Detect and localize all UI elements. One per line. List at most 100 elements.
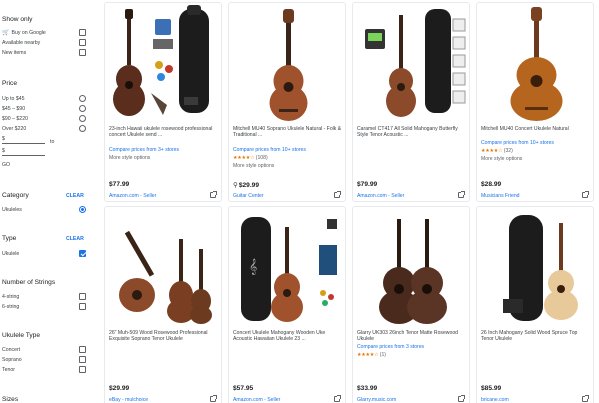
- filter-buy-on-google[interactable]: 🛒 Buy on Google: [2, 28, 86, 37]
- product-image[interactable]: [231, 5, 345, 123]
- strings-option-6[interactable]: 6-string: [2, 302, 86, 311]
- rating-stars: ★★★★☆: [233, 155, 255, 161]
- product-card[interactable]: Mitchell MU40 Soprano Ukulele Natural - …: [228, 2, 346, 202]
- cart-icon: 🛒: [2, 30, 10, 36]
- open-external-icon[interactable]: [458, 191, 465, 198]
- product-image[interactable]: 𝄞: [231, 209, 345, 327]
- product-title[interactable]: 26" Muh-509 Wood Rosewood Professional E…: [109, 330, 219, 343]
- ukulele-type-checkbox-tenor[interactable]: [79, 366, 86, 373]
- buy-on-google-checkbox[interactable]: [79, 29, 86, 36]
- compare-prices-link[interactable]: Compare prices from 3 stores: [357, 344, 424, 350]
- strings-option-4[interactable]: 4-string: [2, 292, 86, 301]
- product-card[interactable]: Glarry UK303 26inch Tenor Matte Rosewood…: [352, 206, 470, 403]
- location-pin-icon: ⚲: [233, 182, 238, 189]
- price-option-4[interactable]: Over $220: [2, 124, 86, 133]
- product-card[interactable]: 𝄞 Concert Ukulele Mahogany Wooden Uke Ac…: [228, 206, 346, 403]
- open-external-icon[interactable]: [334, 191, 341, 198]
- seller-link[interactable]: Amazon.com - Seller: [357, 193, 404, 199]
- open-external-icon[interactable]: [334, 395, 341, 402]
- open-external-icon[interactable]: [458, 395, 465, 402]
- price-go-button[interactable]: GO: [2, 162, 10, 168]
- type-option-ukulele[interactable]: Ukulele: [2, 249, 86, 258]
- seller-link[interactable]: eBay - mulchoice: [109, 397, 148, 403]
- product-image[interactable]: [479, 209, 593, 327]
- ukulele-type-checkbox-soprano[interactable]: [79, 356, 86, 363]
- price-radio-2[interactable]: [79, 105, 86, 112]
- category-clear-button[interactable]: CLEAR: [66, 193, 84, 199]
- filter-new-items[interactable]: New items: [2, 48, 86, 57]
- price-max-input[interactable]: $: [2, 148, 45, 156]
- seller-link[interactable]: Musicians Friend: [481, 193, 520, 199]
- price-option-1[interactable]: Up to $45: [2, 94, 86, 103]
- product-image[interactable]: [355, 209, 469, 327]
- strings-title: Number of Strings: [2, 279, 56, 286]
- product-title[interactable]: Caramel CT417 All Solid Mahogany Butterf…: [357, 126, 467, 139]
- product-rating: ★★★★☆ (32): [481, 148, 513, 154]
- product-title[interactable]: Mitchell MU40 Concert Ukulele Natural: [481, 126, 591, 139]
- rating-count: (32): [503, 148, 513, 154]
- type-clear-button[interactable]: CLEAR: [66, 236, 84, 242]
- compare-prices-link[interactable]: Compare prices from 10+ stores: [481, 140, 554, 146]
- product-price: ⚲$29.99: [233, 182, 260, 189]
- product-title[interactable]: Concert Ukulele Mahogany Wooden Uke Acou…: [233, 330, 343, 343]
- strings-checkbox-4[interactable]: [79, 293, 86, 300]
- price-option-3[interactable]: $90 – $220: [2, 114, 86, 123]
- ukulele-type-option-soprano[interactable]: Soprano: [2, 355, 86, 364]
- svg-text:𝄞: 𝄞: [249, 259, 257, 275]
- more-style-options[interactable]: More style options: [109, 155, 150, 161]
- type-checkbox-ukulele[interactable]: [79, 250, 86, 257]
- product-title[interactable]: 26 Inch Mahogany Solid Wood Spruce Top T…: [481, 330, 591, 343]
- seller-link[interactable]: Glarry.music.com: [357, 397, 396, 403]
- filter-sidebar: Show only 🛒 Buy on Google Available nearb…: [0, 0, 92, 403]
- product-title[interactable]: Glarry UK303 26inch Tenor Matte Rosewood…: [357, 330, 467, 343]
- open-external-icon[interactable]: [582, 395, 589, 402]
- product-title[interactable]: Mitchell MU40 Soprano Ukulele Natural - …: [233, 126, 343, 139]
- available-nearby-checkbox[interactable]: [79, 39, 86, 46]
- category-option-ukuleles[interactable]: Ukuleles: [2, 205, 86, 214]
- type-title: Type: [2, 235, 17, 242]
- product-card[interactable]: 23-inch Hawaii ukulele rosewood professi…: [104, 2, 222, 202]
- ukulele-type-option-concert[interactable]: Concert: [2, 345, 86, 354]
- product-card[interactable]: Mitchell MU40 Concert Ukulele Natural Co…: [476, 2, 594, 202]
- seller-link[interactable]: bricane.com: [481, 397, 509, 403]
- product-card[interactable]: 26" Muh-509 Wood Rosewood Professional E…: [104, 206, 222, 403]
- product-card[interactable]: Caramel CT417 All Solid Mahogany Butterf…: [352, 2, 470, 202]
- category-radio-ukuleles[interactable]: [79, 206, 86, 213]
- compare-prices-link[interactable]: Compare prices from 3+ stores: [109, 147, 179, 153]
- price-radio-4[interactable]: [79, 125, 86, 132]
- more-style-options[interactable]: More style options: [481, 156, 522, 162]
- price-option-2[interactable]: $45 – $90: [2, 104, 86, 113]
- product-rating: ★★★★☆ (108): [233, 155, 268, 161]
- product-price: $79.99: [357, 181, 378, 188]
- new-items-checkbox[interactable]: [79, 49, 86, 56]
- rating-stars: ★★★★☆: [357, 352, 379, 358]
- ukulele-type-checkbox-concert[interactable]: [79, 346, 86, 353]
- open-external-icon[interactable]: [210, 395, 217, 402]
- product-price: $57.95: [233, 385, 254, 392]
- price-min-input[interactable]: $: [2, 136, 45, 144]
- open-external-icon[interactable]: [210, 191, 217, 198]
- product-price: $29.99: [109, 385, 130, 392]
- product-card[interactable]: 26 Inch Mahogany Solid Wood Spruce Top T…: [476, 206, 594, 403]
- price-radio-1[interactable]: [79, 95, 86, 102]
- seller-link[interactable]: Amazon.com - Seller: [233, 397, 280, 403]
- product-image[interactable]: [107, 209, 221, 327]
- product-image[interactable]: [107, 5, 221, 123]
- rating-stars: ★★★★☆: [481, 148, 503, 154]
- product-image[interactable]: [355, 5, 469, 123]
- price-title: Price: [2, 80, 18, 87]
- seller-link[interactable]: Amazon.com - Seller: [109, 193, 156, 199]
- seller-link[interactable]: Guitar Center: [233, 193, 264, 199]
- filter-available-nearby[interactable]: Available nearby: [2, 38, 86, 47]
- product-image[interactable]: [479, 5, 593, 123]
- rating-count: (1): [379, 352, 386, 358]
- ukulele-type-option-tenor[interactable]: Tenor: [2, 365, 86, 374]
- compare-prices-link[interactable]: Compare prices from 10+ stores: [233, 147, 306, 153]
- product-title[interactable]: 23-inch Hawaii ukulele rosewood professi…: [109, 126, 219, 139]
- more-style-options[interactable]: More style options: [233, 163, 274, 169]
- category-title: Category: [2, 192, 29, 199]
- strings-checkbox-6[interactable]: [79, 303, 86, 310]
- price-radio-3[interactable]: [79, 115, 86, 122]
- product-price: $28.99: [481, 181, 502, 188]
- open-external-icon[interactable]: [582, 191, 589, 198]
